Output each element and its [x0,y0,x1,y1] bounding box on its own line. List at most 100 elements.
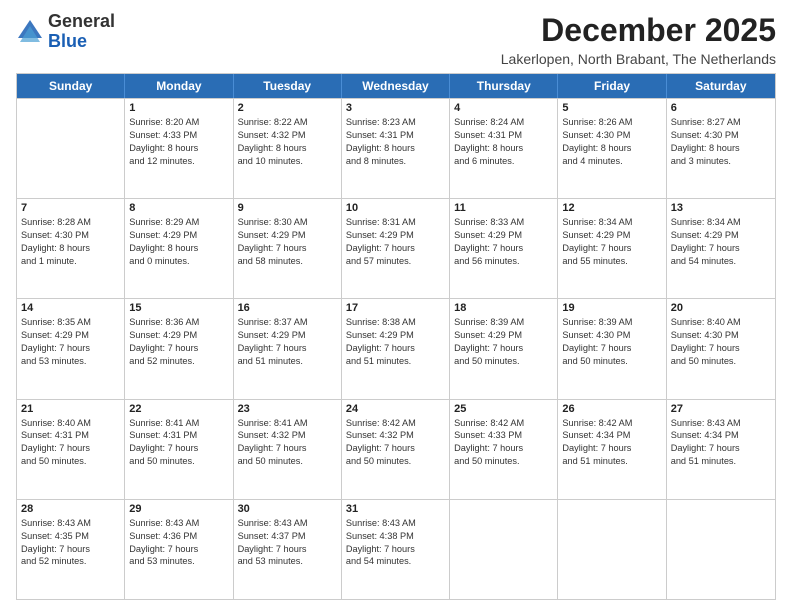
sunrise-text: Sunrise: 8:24 AM [454,116,553,129]
minutes-text: and 58 minutes. [238,255,337,268]
week-row-0: 1Sunrise: 8:20 AMSunset: 4:33 PMDaylight… [17,98,775,198]
sunset-text: Sunset: 4:29 PM [238,329,337,342]
daylight-text: Daylight: 7 hours [562,342,661,355]
day-cell-5: 5Sunrise: 8:26 AMSunset: 4:30 PMDaylight… [558,99,666,198]
day-number: 9 [238,202,337,214]
sunrise-text: Sunrise: 8:43 AM [21,517,120,530]
daylight-text: Daylight: 7 hours [238,442,337,455]
day-number: 4 [454,102,553,114]
title-section: December 2025 Lakerlopen, North Brabant,… [501,12,776,67]
sunrise-text: Sunrise: 8:39 AM [562,316,661,329]
minutes-text: and 52 minutes. [129,355,228,368]
header-day-saturday: Saturday [667,74,775,98]
sunrise-text: Sunrise: 8:34 AM [562,216,661,229]
day-cell-7: 7Sunrise: 8:28 AMSunset: 4:30 PMDaylight… [17,199,125,298]
logo-text: General Blue [48,12,115,52]
sunrise-text: Sunrise: 8:39 AM [454,316,553,329]
sunrise-text: Sunrise: 8:28 AM [21,216,120,229]
minutes-text: and 50 minutes. [21,455,120,468]
daylight-text: Daylight: 7 hours [238,242,337,255]
day-number: 25 [454,403,553,415]
calendar-header: SundayMondayTuesdayWednesdayThursdayFrid… [17,74,775,98]
sunrise-text: Sunrise: 8:27 AM [671,116,771,129]
sunset-text: Sunset: 4:31 PM [21,429,120,442]
minutes-text: and 6 minutes. [454,155,553,168]
sunset-text: Sunset: 4:36 PM [129,530,228,543]
day-cell-16: 16Sunrise: 8:37 AMSunset: 4:29 PMDayligh… [234,299,342,398]
minutes-text: and 53 minutes. [129,555,228,568]
day-cell-26: 26Sunrise: 8:42 AMSunset: 4:34 PMDayligh… [558,400,666,499]
week-row-1: 7Sunrise: 8:28 AMSunset: 4:30 PMDaylight… [17,198,775,298]
minutes-text: and 54 minutes. [671,255,771,268]
header-day-sunday: Sunday [17,74,125,98]
minutes-text: and 52 minutes. [21,555,120,568]
sunrise-text: Sunrise: 8:38 AM [346,316,445,329]
day-number: 1 [129,102,228,114]
sunset-text: Sunset: 4:29 PM [129,329,228,342]
minutes-text: and 51 minutes. [671,455,771,468]
sunrise-text: Sunrise: 8:26 AM [562,116,661,129]
header-day-thursday: Thursday [450,74,558,98]
day-number: 19 [562,302,661,314]
minutes-text: and 50 minutes. [671,355,771,368]
sunset-text: Sunset: 4:30 PM [671,129,771,142]
daylight-text: Daylight: 7 hours [671,242,771,255]
minutes-text: and 12 minutes. [129,155,228,168]
sunset-text: Sunset: 4:38 PM [346,530,445,543]
day-cell-23: 23Sunrise: 8:41 AMSunset: 4:32 PMDayligh… [234,400,342,499]
day-cell-20: 20Sunrise: 8:40 AMSunset: 4:30 PMDayligh… [667,299,775,398]
header: General Blue December 2025 Lakerlopen, N… [16,12,776,67]
day-number: 13 [671,202,771,214]
day-cell-11: 11Sunrise: 8:33 AMSunset: 4:29 PMDayligh… [450,199,558,298]
day-number: 14 [21,302,120,314]
day-number: 29 [129,503,228,515]
daylight-text: Daylight: 8 hours [562,142,661,155]
sunrise-text: Sunrise: 8:23 AM [346,116,445,129]
day-number: 31 [346,503,445,515]
day-cell-14: 14Sunrise: 8:35 AMSunset: 4:29 PMDayligh… [17,299,125,398]
week-row-3: 21Sunrise: 8:40 AMSunset: 4:31 PMDayligh… [17,399,775,499]
sunset-text: Sunset: 4:30 PM [671,329,771,342]
daylight-text: Daylight: 7 hours [346,242,445,255]
day-cell-10: 10Sunrise: 8:31 AMSunset: 4:29 PMDayligh… [342,199,450,298]
sunrise-text: Sunrise: 8:22 AM [238,116,337,129]
sunrise-text: Sunrise: 8:20 AM [129,116,228,129]
sunrise-text: Sunrise: 8:41 AM [129,417,228,430]
sunrise-text: Sunrise: 8:30 AM [238,216,337,229]
minutes-text: and 50 minutes. [129,455,228,468]
day-number: 20 [671,302,771,314]
day-cell-22: 22Sunrise: 8:41 AMSunset: 4:31 PMDayligh… [125,400,233,499]
sunrise-text: Sunrise: 8:31 AM [346,216,445,229]
minutes-text: and 50 minutes. [454,355,553,368]
sunset-text: Sunset: 4:30 PM [562,129,661,142]
minutes-text: and 50 minutes. [454,455,553,468]
minutes-text: and 51 minutes. [346,355,445,368]
day-number: 27 [671,403,771,415]
day-number: 7 [21,202,120,214]
daylight-text: Daylight: 7 hours [671,342,771,355]
day-cell-24: 24Sunrise: 8:42 AMSunset: 4:32 PMDayligh… [342,400,450,499]
day-cell-28: 28Sunrise: 8:43 AMSunset: 4:35 PMDayligh… [17,500,125,599]
empty-cell [667,500,775,599]
sunset-text: Sunset: 4:29 PM [21,329,120,342]
sunset-text: Sunset: 4:29 PM [346,329,445,342]
day-cell-25: 25Sunrise: 8:42 AMSunset: 4:33 PMDayligh… [450,400,558,499]
day-cell-27: 27Sunrise: 8:43 AMSunset: 4:34 PMDayligh… [667,400,775,499]
day-cell-19: 19Sunrise: 8:39 AMSunset: 4:30 PMDayligh… [558,299,666,398]
minutes-text: and 3 minutes. [671,155,771,168]
minutes-text: and 55 minutes. [562,255,661,268]
daylight-text: Daylight: 7 hours [671,442,771,455]
day-number: 2 [238,102,337,114]
empty-cell [558,500,666,599]
daylight-text: Daylight: 7 hours [238,342,337,355]
sunset-text: Sunset: 4:29 PM [562,229,661,242]
sunrise-text: Sunrise: 8:43 AM [238,517,337,530]
day-cell-15: 15Sunrise: 8:36 AMSunset: 4:29 PMDayligh… [125,299,233,398]
sunrise-text: Sunrise: 8:43 AM [671,417,771,430]
day-number: 17 [346,302,445,314]
day-number: 30 [238,503,337,515]
day-number: 6 [671,102,771,114]
day-cell-31: 31Sunrise: 8:43 AMSunset: 4:38 PMDayligh… [342,500,450,599]
day-number: 26 [562,403,661,415]
minutes-text: and 51 minutes. [562,455,661,468]
